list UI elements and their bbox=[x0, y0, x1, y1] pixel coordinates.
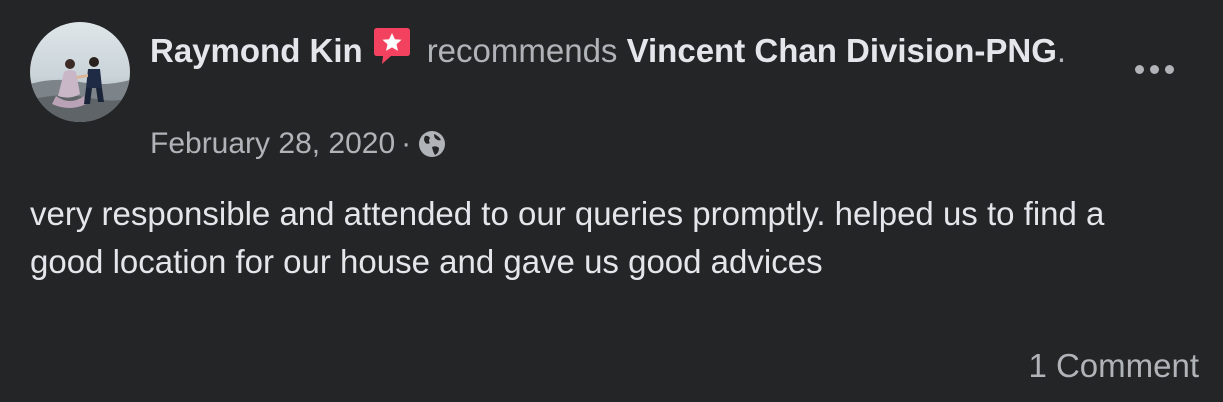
author-name[interactable]: Raymond Kin bbox=[150, 32, 363, 69]
more-options-button[interactable] bbox=[1128, 52, 1180, 86]
page-name-link[interactable]: Vincent Chan Division-PNG bbox=[627, 32, 1057, 69]
comment-count-link[interactable]: 1 Comment bbox=[1028, 344, 1199, 388]
meta-separator: · bbox=[401, 127, 412, 160]
post-header: Raymond Kin recommends Vincent Chan Divi… bbox=[150, 26, 1070, 75]
globe-icon[interactable] bbox=[417, 129, 447, 159]
recommends-verb: recommends bbox=[426, 32, 618, 69]
more-horizontal-icon-dot bbox=[1149, 64, 1159, 74]
avatar-photo bbox=[30, 22, 130, 122]
avatar[interactable] bbox=[30, 22, 130, 122]
post-meta: February 28, 2020 · bbox=[150, 124, 447, 164]
review-post: Raymond Kin recommends Vincent Chan Divi… bbox=[0, 0, 1223, 402]
header-period: . bbox=[1056, 32, 1067, 69]
more-horizontal-icon-dot bbox=[1164, 64, 1174, 74]
post-body-text: very responsible and attended to our que… bbox=[30, 195, 1105, 280]
more-horizontal-icon-dot bbox=[1134, 64, 1144, 74]
post-date[interactable]: February 28, 2020 bbox=[150, 124, 395, 164]
recommend-star-icon bbox=[373, 26, 411, 66]
